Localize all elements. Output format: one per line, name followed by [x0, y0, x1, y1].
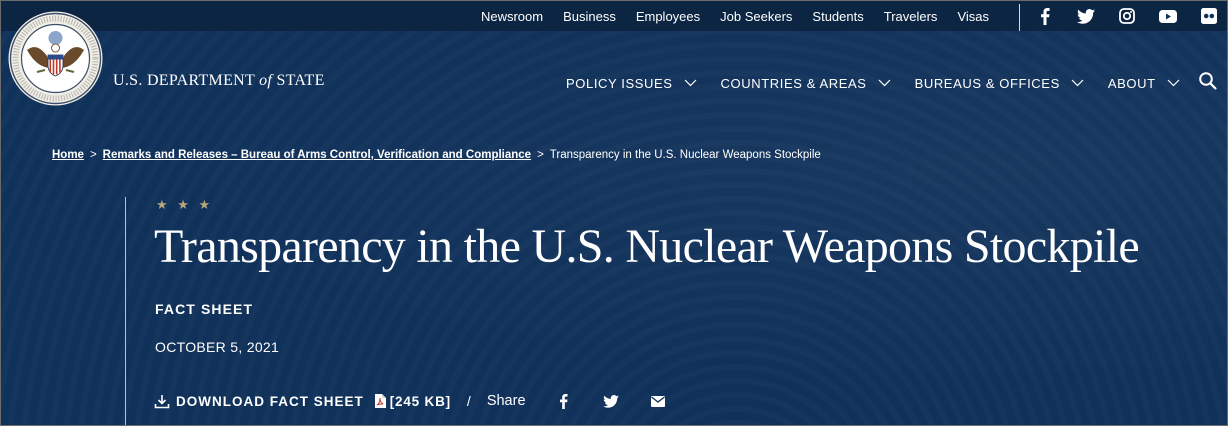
- breadcrumb-separator: >: [89, 149, 97, 161]
- utility-link-business[interactable]: Business: [563, 9, 616, 24]
- pdf-file-icon: [374, 394, 386, 408]
- flickr-icon[interactable]: [1199, 6, 1219, 26]
- utility-link-newsroom[interactable]: Newsroom: [481, 9, 543, 24]
- site-wordmark[interactable]: U.S. DEPARTMENT of STATE: [113, 72, 325, 90]
- chevron-down-icon: [878, 79, 890, 87]
- page-header: Newsroom Business Employees Job Seekers …: [0, 0, 1228, 426]
- download-fact-sheet-link[interactable]: DOWNLOAD FACT SHEET: [154, 394, 364, 409]
- facebook-icon[interactable]: [1035, 6, 1055, 26]
- nav-label: POLICY ISSUES: [566, 75, 673, 91]
- breadcrumb-separator: >: [537, 149, 544, 161]
- nav-label: BUREAUS & OFFICES: [914, 75, 1060, 91]
- nav-countries-areas[interactable]: COUNTRIES & AREAS: [721, 76, 891, 91]
- utility-link-visas[interactable]: Visas: [957, 9, 989, 24]
- download-label: DOWNLOAD FACT SHEET: [176, 393, 364, 409]
- utility-bar: Newsroom Business Employees Job Seekers …: [1, 1, 1227, 31]
- utility-divider: [1019, 4, 1020, 31]
- instagram-icon[interactable]: [1117, 6, 1137, 26]
- breadcrumb-section[interactable]: Remarks and Releases – Bureau of Arms Co…: [103, 149, 531, 161]
- nav-label: COUNTRIES & AREAS: [720, 75, 867, 91]
- chevron-down-icon: [684, 79, 696, 87]
- chevron-down-icon: [1167, 79, 1180, 87]
- wordmark-of: of: [259, 72, 273, 89]
- article-divider-line: [125, 197, 126, 425]
- utility-link-job-seekers[interactable]: Job Seekers: [720, 9, 792, 24]
- search-icon[interactable]: [1198, 71, 1218, 91]
- department-seal-logo[interactable]: [7, 10, 104, 107]
- nav-bureaus-offices[interactable]: BUREAUS & OFFICES: [915, 76, 1084, 91]
- breadcrumb: Home > Remarks and Releases – Bureau of …: [52, 149, 821, 161]
- wordmark-post: STATE: [272, 72, 325, 89]
- nav-policy-issues[interactable]: POLICY ISSUES: [566, 76, 697, 91]
- chevron-down-icon: [1071, 79, 1084, 87]
- social-links: [1035, 1, 1219, 31]
- breadcrumb-home[interactable]: Home: [52, 149, 84, 161]
- share-facebook-icon[interactable]: [554, 391, 574, 411]
- page-title: Transparency in the U.S. Nuclear Weapons…: [154, 220, 1140, 273]
- utility-link-employees[interactable]: Employees: [636, 9, 700, 24]
- article-actions: DOWNLOAD FACT SHEET [245 KB] / Share: [154, 391, 695, 411]
- actions-separator: /: [466, 393, 471, 409]
- nav-label: ABOUT: [1107, 75, 1156, 91]
- utility-link-travelers[interactable]: Travelers: [884, 9, 938, 24]
- share-label: Share: [486, 393, 526, 409]
- nav-about[interactable]: ABOUT: [1108, 76, 1180, 91]
- main-nav: POLICY ISSUES COUNTRIES & AREAS BUREAUS …: [566, 73, 1180, 93]
- wordmark-pre: U.S. DEPARTMENT: [113, 72, 260, 89]
- article-type: FACT SHEET: [155, 301, 254, 317]
- utility-links: Newsroom Business Employees Job Seekers …: [481, 1, 989, 31]
- file-size: [245 KB]: [389, 393, 451, 409]
- twitter-icon[interactable]: [1076, 6, 1096, 26]
- share-twitter-icon[interactable]: [601, 391, 621, 411]
- breadcrumb-current: Transparency in the U.S. Nuclear Weapons…: [549, 149, 821, 161]
- utility-link-students[interactable]: Students: [812, 9, 863, 24]
- youtube-icon[interactable]: [1158, 6, 1178, 26]
- download-icon: [154, 394, 170, 408]
- star-ornament: ★ ★ ★: [156, 197, 214, 212]
- share-email-icon[interactable]: [648, 391, 668, 411]
- article-date: OCTOBER 5, 2021: [155, 339, 280, 355]
